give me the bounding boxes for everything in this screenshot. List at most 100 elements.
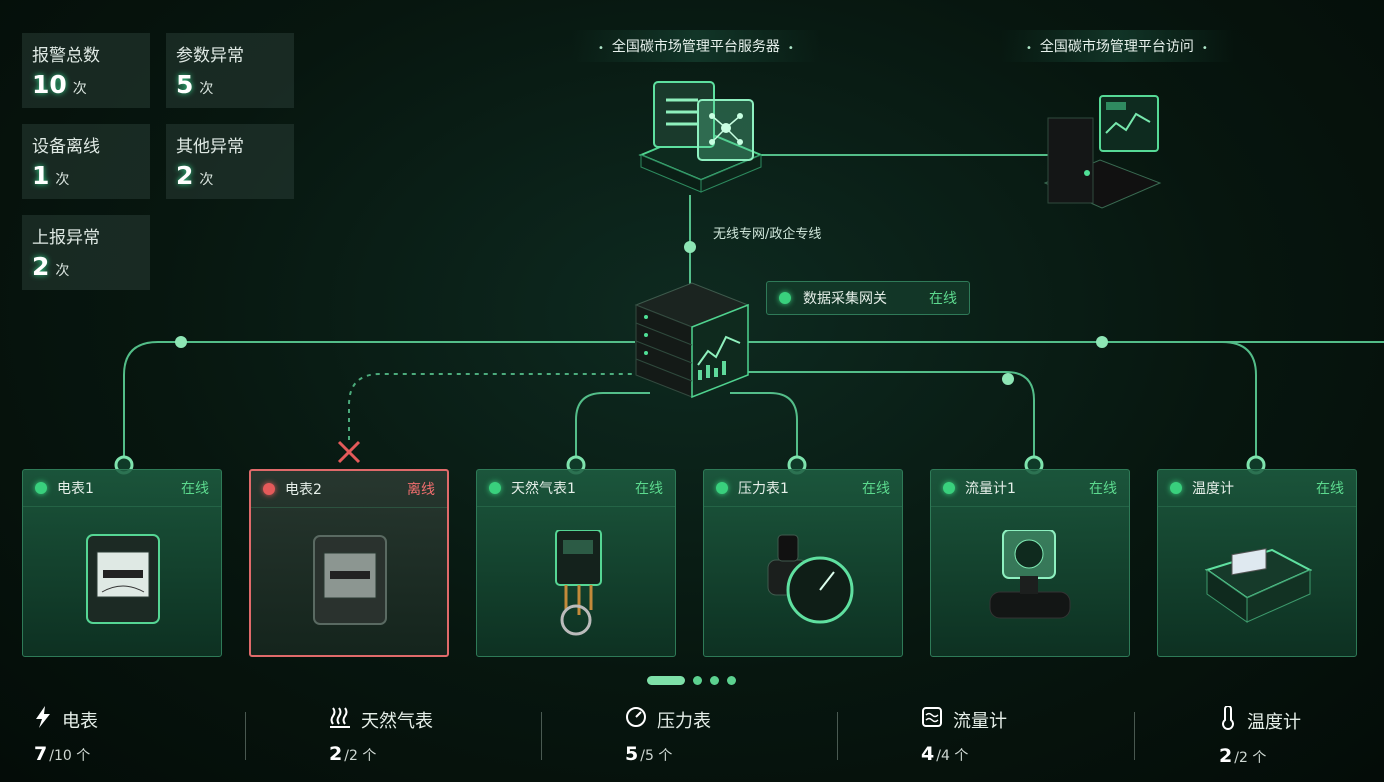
gateway-status: 在线 (929, 291, 957, 307)
summary-count: 2 (1219, 745, 1233, 767)
stat-unit: 次 (199, 172, 214, 188)
page-dot-active[interactable] (647, 676, 685, 685)
divider (1134, 712, 1135, 760)
stat-unit: 次 (199, 81, 214, 97)
server-icon[interactable] (636, 70, 766, 195)
thermometer-device-icon (1204, 548, 1312, 623)
device-card[interactable]: 温度计 在线 (1157, 469, 1357, 657)
gateway-status-badge[interactable]: 数据采集网关 在线 (766, 281, 970, 315)
summary-label: 流量计 (953, 710, 1007, 732)
device-name: 压力表1 (738, 481, 789, 497)
summary-temperature: 温度计 2/2 个 (1219, 705, 1301, 767)
device-card[interactable]: 压力表1 在线 (703, 469, 903, 657)
status-dot (35, 482, 47, 494)
stat-value: 10 (32, 70, 67, 99)
gas-meter-icon (555, 530, 602, 636)
device-status: 在线 (181, 481, 209, 497)
device-name: 温度计 (1192, 481, 1234, 497)
stat-device-offline: 设备离线 1次 (22, 124, 150, 199)
summary-unit: 个 (954, 748, 969, 764)
stat-unit: 次 (55, 172, 70, 188)
thermometer-icon (1219, 705, 1237, 735)
status-dot (263, 483, 275, 495)
summary-label: 电表 (62, 710, 98, 732)
summary-electric: 电表 7/10 个 (34, 706, 98, 765)
page-dot[interactable] (693, 676, 702, 685)
device-name: 电表2 (285, 482, 322, 498)
divider (837, 712, 838, 760)
gateway-name: 数据采集网关 (803, 291, 887, 307)
summary-count: 4 (921, 743, 935, 765)
stat-value: 1 (32, 161, 50, 190)
gauge-icon (625, 706, 647, 733)
summary-pressure: 压力表 5/5 个 (625, 706, 711, 765)
summary-count: 7 (34, 743, 48, 765)
flow-icon (921, 706, 943, 733)
status-dot (716, 482, 728, 494)
summary-unit: 个 (362, 748, 377, 764)
summary-flow: 流量计 4/4 个 (921, 706, 1007, 765)
heat-waves-icon (329, 706, 351, 733)
access-label: 全国碳市场管理平台访问 (1000, 30, 1234, 62)
device-status: 在线 (1089, 481, 1117, 497)
summary-total: /10 (49, 748, 72, 764)
lightning-icon (34, 706, 52, 733)
stat-value: 2 (176, 161, 194, 190)
summary-label: 压力表 (657, 710, 711, 732)
gateway-icon[interactable] (632, 275, 752, 405)
disconnect-icon (337, 440, 361, 464)
device-card[interactable]: 流量计1 在线 (930, 469, 1130, 657)
stat-label: 设备离线 (32, 137, 100, 157)
link-label: 无线专网/政企专线 (713, 227, 822, 242)
summary-label: 温度计 (1247, 711, 1301, 733)
device-status: 在线 (862, 481, 890, 497)
stat-value: 2 (32, 252, 50, 281)
divider (245, 712, 246, 760)
stat-unit: 次 (55, 263, 70, 279)
device-card[interactable]: 天然气表1 在线 (476, 469, 676, 657)
device-card[interactable]: 电表2 离线 (249, 469, 449, 657)
device-status: 在线 (1316, 481, 1344, 497)
summary-total: /4 (936, 748, 950, 764)
summary-label: 天然气表 (361, 710, 433, 732)
status-dot (943, 482, 955, 494)
page-dot[interactable] (727, 676, 736, 685)
device-status: 在线 (635, 481, 663, 497)
server-label: 全国碳市场管理平台服务器 (572, 30, 820, 62)
status-dot (489, 482, 501, 494)
summary-gas: 天然气表 2/2 个 (329, 706, 433, 765)
pressure-gauge-icon (767, 534, 854, 624)
device-card[interactable]: 电表1 在线 (22, 469, 222, 657)
stat-param-anomaly: 参数异常 5次 (166, 33, 294, 108)
stat-report-anomaly: 上报异常 2次 (22, 215, 150, 290)
meter-icon (313, 535, 387, 625)
device-status: 离线 (407, 482, 435, 498)
device-name: 流量计1 (965, 481, 1016, 497)
stat-unit: 次 (72, 81, 87, 97)
summary-unit: 个 (658, 748, 673, 764)
page-dot[interactable] (710, 676, 719, 685)
meter-icon (86, 534, 160, 624)
summary-total: /5 (640, 748, 654, 764)
divider (541, 712, 542, 760)
stat-label: 报警总数 (32, 46, 100, 66)
stat-total-alarms: 报警总数 10 次 (22, 33, 150, 108)
summary-count: 5 (625, 743, 639, 765)
carousel-pager[interactable] (647, 676, 736, 685)
stat-other-anomaly: 其他异常 2次 (166, 124, 294, 199)
device-name: 天然气表1 (511, 481, 576, 497)
stat-label: 其他异常 (176, 137, 244, 157)
device-name: 电表1 (57, 481, 94, 497)
summary-total: /2 (1234, 750, 1248, 766)
summary-total: /2 (344, 748, 358, 764)
workstation-icon[interactable] (1040, 78, 1165, 213)
summary-count: 2 (329, 743, 343, 765)
summary-unit: 个 (1252, 750, 1267, 766)
stat-label: 参数异常 (176, 46, 244, 66)
summary-unit: 个 (76, 748, 91, 764)
status-dot (779, 292, 791, 304)
stat-label: 上报异常 (32, 228, 100, 248)
flow-meter-icon (989, 530, 1071, 619)
status-dot (1170, 482, 1182, 494)
stat-value: 5 (176, 70, 194, 99)
